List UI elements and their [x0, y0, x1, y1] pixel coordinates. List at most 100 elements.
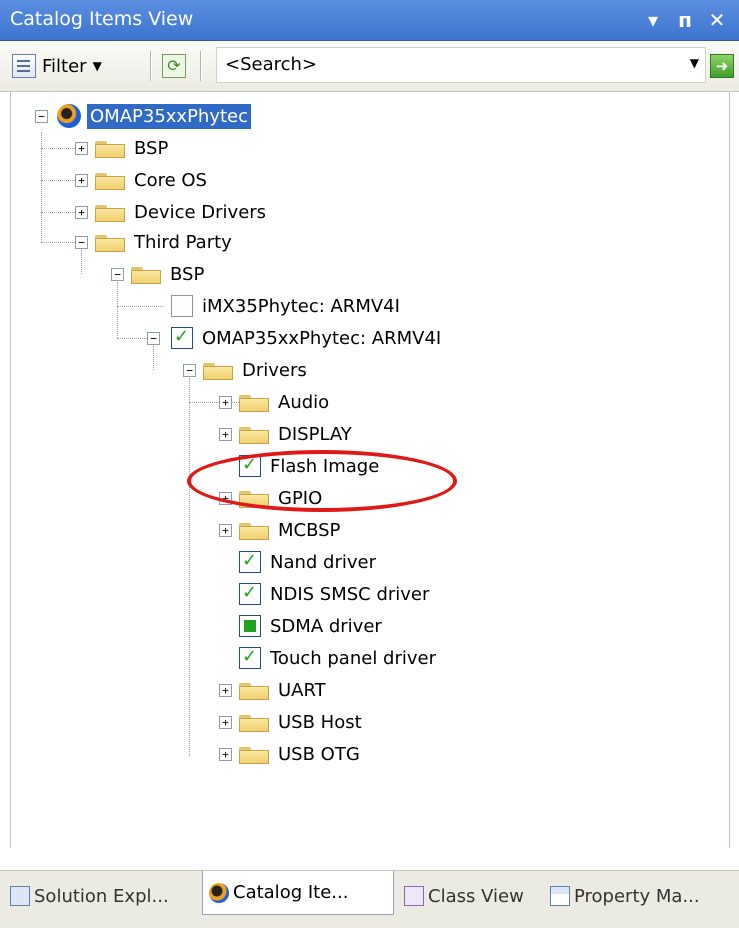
tree-node-label: Drivers [242, 359, 307, 381]
tab-class-view[interactable]: Class View [398, 877, 530, 915]
tree-node-label: MCBSP [278, 519, 341, 541]
collapse-toggle[interactable]: − [35, 110, 48, 123]
catalog-tree: − OMAP35xxPhytec + BSP + Core OS + Devic… [10, 92, 730, 848]
refresh-icon: ⟳ [162, 54, 186, 78]
collapse-toggle[interactable]: − [183, 364, 196, 377]
folder-icon [95, 233, 125, 252]
tree-node-device-drivers[interactable]: Device Drivers [95, 196, 269, 228]
tree-node-usb-host[interactable]: USB Host [239, 706, 365, 738]
tab-property-manager[interactable]: Property Ma... [544, 877, 706, 915]
tree-node-third-party-bsp[interactable]: BSP [131, 258, 207, 290]
collapse-toggle[interactable]: − [111, 268, 124, 281]
class-view-icon [404, 886, 424, 906]
tree-node-label: Touch panel driver [270, 647, 436, 669]
solution-explorer-icon [10, 886, 30, 906]
collapse-toggle[interactable]: − [75, 236, 88, 249]
filter-dropdown-icon[interactable]: ▼ [93, 59, 102, 73]
tree-node-third-party[interactable]: Third Party [95, 226, 235, 258]
tree-node-imx35phytec[interactable]: iMX35Phytec: ARMV4I [171, 290, 403, 322]
tree-node-label: Audio [278, 391, 330, 413]
tab-label: Solution Expl... [34, 885, 169, 907]
tree-node-nand-driver[interactable]: Nand driver [239, 546, 379, 578]
filter-button[interactable]: Filter ▼ [12, 54, 102, 78]
tree-connector [117, 282, 118, 338]
expand-toggle[interactable]: + [75, 206, 88, 219]
tree-connector [41, 242, 77, 243]
tree-connector [81, 250, 82, 274]
expand-toggle[interactable]: + [219, 428, 232, 441]
checkbox[interactable] [239, 615, 261, 637]
expand-toggle[interactable]: + [219, 396, 232, 409]
tree-node-label: UART [278, 679, 326, 701]
tree-node-label: Third Party [134, 231, 232, 253]
tree-node-usb-otg[interactable]: USB OTG [239, 738, 363, 770]
checkbox[interactable] [239, 550, 261, 573]
expand-toggle[interactable]: + [219, 524, 232, 537]
tree-node-uart[interactable]: UART [239, 674, 329, 706]
folder-icon [95, 203, 125, 222]
tab-solution-explorer[interactable]: Solution Expl... [4, 877, 175, 915]
folder-icon [131, 265, 161, 284]
expand-toggle[interactable]: + [219, 684, 232, 697]
tab-catalog-items[interactable]: Catalog Ite... [202, 871, 394, 915]
checkbox[interactable] [171, 326, 193, 349]
search-dropdown-icon[interactable]: ▼ [690, 56, 699, 70]
search-go-icon[interactable]: ➜ [710, 54, 734, 78]
filter-label: Filter [42, 55, 87, 77]
tree-node-label: Core OS [134, 169, 207, 191]
close-icon[interactable]: ✕ [704, 6, 730, 34]
tab-label: Catalog Ite... [233, 882, 349, 903]
collapse-toggle[interactable]: − [147, 332, 160, 345]
toolbar: Filter ▼ ⟳ <Search> ▼ ➜ [0, 41, 739, 92]
tree-node-omap35xxphytec-armv4i[interactable]: OMAP35xxPhytec: ARMV4I [171, 322, 444, 354]
tree-node-mcbsp[interactable]: MCBSP [239, 514, 343, 546]
tree-node-sdma-driver[interactable]: SDMA driver [239, 610, 385, 642]
tree-node-label: NDIS SMSC driver [270, 583, 430, 605]
catalog-icon [57, 104, 81, 128]
tree-node-root[interactable]: OMAP35xxPhytec [57, 100, 252, 132]
tree-connector [153, 346, 154, 370]
expand-toggle[interactable]: + [75, 142, 88, 155]
tree-node-bsp[interactable]: BSP [95, 132, 171, 164]
tab-label: Property Ma... [574, 885, 700, 907]
filter-icon [12, 54, 36, 78]
tree-node-drivers[interactable]: Drivers [203, 354, 310, 386]
tree-connector [189, 378, 190, 756]
tree-node-audio[interactable]: Audio [239, 386, 332, 418]
tree-connector [41, 148, 77, 149]
folder-icon [239, 393, 269, 412]
tree-node-label: Device Drivers [134, 201, 267, 223]
checkbox[interactable] [171, 295, 193, 317]
tree-node-core-os[interactable]: Core OS [95, 164, 210, 196]
tree-node-label: USB OTG [278, 743, 360, 765]
window-title: Catalog Items View [10, 8, 194, 30]
tree-node-label: iMX35Phytec: ARMV4I [202, 295, 400, 317]
tree-node-label: DISPLAY [278, 423, 352, 445]
tree-node-label: USB Host [278, 711, 362, 733]
tree-connector [117, 306, 163, 307]
folder-icon [95, 139, 125, 158]
expand-toggle[interactable]: + [219, 716, 232, 729]
tree-node-label: OMAP35xxPhytec [87, 103, 252, 129]
expand-toggle[interactable]: + [75, 174, 88, 187]
tree-connector [41, 180, 77, 181]
tree-connector [117, 338, 147, 339]
search-input[interactable]: <Search> ▼ [216, 47, 706, 83]
search-placeholder: <Search> [225, 54, 318, 75]
tool-window-tabs: Solution Expl... Catalog Ite... Class Vi… [0, 870, 739, 928]
pin-icon[interactable]: ᴨ [672, 6, 698, 34]
expand-toggle[interactable]: + [219, 748, 232, 761]
tree-node-display[interactable]: DISPLAY [239, 418, 355, 450]
checkbox[interactable] [239, 646, 261, 669]
tree-node-label: BSP [134, 137, 169, 159]
refresh-button[interactable]: ⟳ [162, 54, 186, 78]
folder-icon [203, 361, 233, 380]
tree-node-ndis-smsc-driver[interactable]: NDIS SMSC driver [239, 578, 432, 610]
folder-icon [239, 521, 269, 540]
folder-icon [239, 681, 269, 700]
checkbox[interactable] [239, 582, 261, 605]
catalog-items-window: Catalog Items View ▾ ᴨ ✕ Filter ▼ ⟳ <Sea… [0, 0, 739, 928]
window-position-dropdown-icon[interactable]: ▾ [640, 6, 666, 34]
tab-label: Class View [428, 885, 524, 907]
tree-node-touch-panel-driver[interactable]: Touch panel driver [239, 642, 439, 674]
